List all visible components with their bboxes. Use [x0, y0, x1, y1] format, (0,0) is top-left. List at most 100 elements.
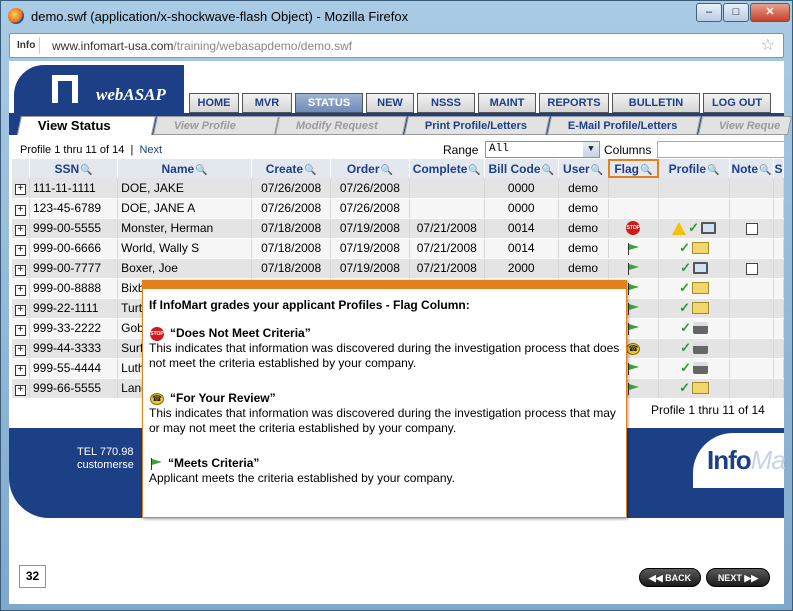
expand-icon[interactable]: +	[15, 244, 26, 256]
expand-icon[interactable]: +	[15, 204, 26, 216]
expand-cell[interactable]: +	[12, 238, 30, 259]
green-flag-icon[interactable]	[627, 382, 640, 395]
expand-icon[interactable]: +	[15, 304, 26, 316]
star-icon[interactable]: ☆	[761, 35, 775, 55]
expand-icon[interactable]: +	[15, 224, 26, 236]
folder-icon[interactable]	[692, 302, 710, 314]
header-bill-code[interactable]: Bill Code🔍	[484, 159, 559, 178]
green-flag-icon[interactable]	[627, 262, 640, 275]
expand-icon[interactable]: +	[15, 384, 26, 396]
check-icon[interactable]: ✓	[680, 340, 691, 356]
expand-icon[interactable]: +	[15, 324, 26, 336]
cell-note[interactable]	[729, 218, 774, 239]
table-row[interactable]: +111-11-1111 DOE, JAKE 07/26/2008 07/26/200…	[12, 178, 785, 199]
expand-cell[interactable]: +	[12, 218, 30, 239]
printer-icon[interactable]	[693, 362, 709, 374]
note-icon[interactable]	[745, 222, 758, 235]
cell-flag[interactable]	[608, 238, 660, 259]
monitor-icon[interactable]	[693, 262, 709, 274]
table-row[interactable]: +123-45-6789 DOE, JANE A 07/26/2008 07/26/2…	[12, 198, 785, 219]
cell-flag[interactable]	[608, 178, 660, 199]
close-button[interactable]: ✕	[750, 3, 790, 22]
cell-profile[interactable]: ✓	[658, 338, 731, 359]
cell-note[interactable]	[729, 298, 774, 319]
cell-note[interactable]	[729, 238, 774, 259]
monitor-icon[interactable]	[701, 222, 717, 234]
address-url[interactable]: www.infomart-usa.com/training/webasapdem…	[52, 39, 352, 53]
expand-cell[interactable]: +	[12, 278, 30, 299]
header-note[interactable]: Note🔍	[729, 159, 774, 178]
green-flag-icon[interactable]	[627, 322, 640, 335]
tab-print-profile[interactable]: Print Profile/Letters	[403, 116, 551, 135]
cell-profile[interactable]: ✓	[658, 238, 731, 259]
expand-cell[interactable]: +	[12, 258, 30, 279]
expand-icon[interactable]: +	[15, 184, 26, 196]
cell-note[interactable]	[729, 318, 774, 339]
magnifier-icon[interactable]: 🔍	[640, 165, 652, 176]
expand-cell[interactable]: +	[12, 338, 30, 359]
expand-icon[interactable]: +	[15, 344, 26, 356]
expand-cell[interactable]: +	[12, 298, 30, 319]
cell-note[interactable]	[729, 338, 774, 359]
check-icon[interactable]: ✓	[679, 280, 690, 296]
folder-icon[interactable]	[692, 242, 710, 254]
maximize-button[interactable]: □	[723, 3, 749, 22]
nav-home[interactable]: HOME	[189, 93, 239, 113]
magnifier-icon[interactable]: 🔍	[381, 165, 393, 176]
check-icon[interactable]: ✓	[688, 220, 699, 236]
nav-bulletin[interactable]: BULLETIN	[612, 93, 700, 113]
magnifier-icon[interactable]: 🔍	[468, 165, 480, 176]
address-bar[interactable]: Info www.infomart-usa.com/training/webas…	[9, 33, 784, 58]
magnifier-icon[interactable]: 🔍	[707, 165, 719, 176]
nav-reports[interactable]: REPORTS	[539, 93, 609, 113]
folder-icon[interactable]	[692, 382, 710, 394]
green-flag-icon[interactable]	[627, 242, 640, 255]
columns-field[interactable]	[657, 141, 784, 158]
cell-profile[interactable]	[658, 198, 731, 219]
tab-view-status[interactable]: View Status	[16, 116, 157, 135]
cell-profile[interactable]: ✓	[658, 318, 731, 339]
tab-email-profile[interactable]: E-Mail Profile/Letters	[546, 116, 702, 135]
cell-profile[interactable]: ✓	[658, 298, 731, 319]
nav-new[interactable]: NEW	[366, 93, 414, 113]
cell-note[interactable]	[729, 198, 774, 219]
cell-flag[interactable]	[608, 198, 660, 219]
magnifier-icon[interactable]: 🔍	[195, 165, 207, 176]
header-ssn[interactable]: SSN🔍	[29, 159, 119, 178]
cell-profile[interactable]: ✓	[658, 278, 731, 299]
magnifier-icon[interactable]: 🔍	[304, 165, 316, 176]
chevron-down-icon[interactable]: ▼	[583, 142, 599, 157]
stop-icon[interactable]: STOP	[626, 221, 641, 236]
cell-profile[interactable]: ✓	[658, 258, 731, 279]
nav-status[interactable]: STATUS	[295, 93, 363, 113]
header-s[interactable]: S	[773, 159, 785, 178]
printer-icon[interactable]	[693, 322, 709, 334]
expand-icon[interactable]: +	[15, 264, 26, 276]
check-icon[interactable]: ✓	[680, 320, 691, 336]
check-icon[interactable]: ✓	[679, 380, 690, 396]
magnifier-icon[interactable]: 🔍	[591, 165, 603, 176]
header-user[interactable]: User🔍	[558, 159, 609, 178]
cell-note[interactable]	[729, 258, 774, 279]
expand-cell[interactable]: +	[12, 198, 30, 219]
nav-nsss[interactable]: NSSS	[417, 93, 475, 113]
expand-cell[interactable]: +	[12, 318, 30, 339]
expand-cell[interactable]: +	[12, 378, 30, 399]
check-icon[interactable]: ✓	[679, 240, 690, 256]
green-flag-icon[interactable]	[627, 302, 640, 315]
expand-cell[interactable]: +	[12, 178, 30, 199]
check-icon[interactable]: ✓	[680, 360, 691, 376]
nav-maint[interactable]: MAINT	[478, 93, 536, 113]
check-icon[interactable]: ✓	[680, 260, 691, 276]
range-select[interactable]: All ▼	[485, 141, 600, 158]
expand-icon[interactable]: +	[15, 364, 26, 376]
cell-note[interactable]	[729, 178, 774, 199]
cell-profile[interactable]: ✓	[658, 358, 731, 379]
header-order[interactable]: Order🔍	[330, 159, 410, 178]
cell-profile[interactable]: ✓	[658, 218, 731, 239]
green-flag-icon[interactable]	[627, 282, 640, 295]
yellow-flag-icon[interactable]: ☎	[626, 342, 641, 355]
magnifier-icon[interactable]: 🔍	[759, 165, 771, 176]
expand-cell[interactable]: +	[12, 358, 30, 379]
next-link[interactable]: Next	[139, 144, 162, 156]
